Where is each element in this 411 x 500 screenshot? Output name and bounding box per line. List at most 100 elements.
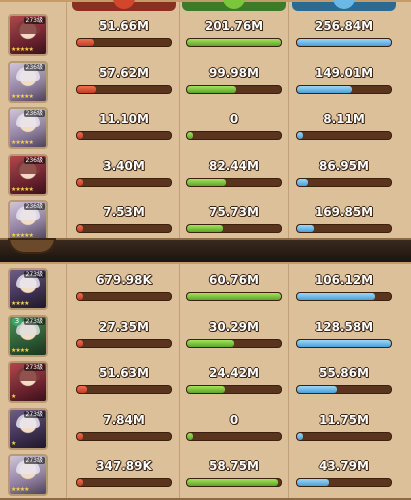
hero-portrait[interactable]: 236级 ★★★★★ xyxy=(8,60,48,103)
hero-level: 273级 xyxy=(23,317,45,325)
hero-portrait[interactable]: 273级 ★★★★ xyxy=(8,454,48,496)
damage-bar-fill xyxy=(77,85,96,93)
hero-stat-row: 273级 ★★★★★ 51.66M 201.76M 256.84M xyxy=(0,12,411,58)
hero-level: 236级 xyxy=(23,110,45,117)
damage-stat-cell: 11.10M xyxy=(72,105,176,151)
hero-portrait[interactable]: 273级 ★ xyxy=(8,361,48,403)
hero-portrait[interactable]: 273级 ★★★★ 3 xyxy=(8,314,48,357)
shield-bar-track xyxy=(296,224,392,233)
hero-portrait[interactable]: 236级 ★★★★★ xyxy=(8,200,48,242)
heal-value: 99.98M xyxy=(209,65,259,80)
hero-level: 273级 xyxy=(23,17,45,24)
hero-stars: ★★★★★ xyxy=(11,46,34,53)
heal-stat-cell: 58.75M xyxy=(182,452,286,498)
damage-stat-cell: 679.98K xyxy=(72,266,176,312)
shield-stat-cell: 55.86M xyxy=(292,359,396,405)
damage-stat-cell: 7.53M xyxy=(72,198,176,244)
battle-stats-panel-top: 273级 ★★★★★ 51.66M 201.76M 256.84M 236级 ★★★★★ 57… xyxy=(0,0,411,242)
hero-level: 273级 xyxy=(23,271,45,278)
heal-stat-cell: 24.42M xyxy=(182,359,286,405)
heal-bar-track xyxy=(186,84,282,94)
heal-bar-track xyxy=(186,38,282,47)
shield-bar-fill xyxy=(297,479,329,486)
heal-stat-cell: 0 xyxy=(182,105,286,151)
damage-value: 7.84M xyxy=(103,412,145,427)
heal-stat-cell: 30.29M xyxy=(182,313,286,359)
hero-stars: ★★★★★ xyxy=(11,139,34,146)
damage-stat-cell: 57.62M xyxy=(72,59,176,105)
heal-bar-track xyxy=(186,338,282,348)
hero-portrait[interactable]: 273级 ★ xyxy=(8,407,48,450)
heal-bar-track xyxy=(186,131,282,140)
shield-bar-track xyxy=(296,478,392,487)
shield-value: 43.79M xyxy=(319,459,369,473)
damage-bar-track xyxy=(76,338,172,348)
heal-bar-fill xyxy=(187,225,223,232)
shield-bar-track xyxy=(296,177,392,187)
battle-stats-panel-bottom: 273级 ★★★★ 679.98K 60.76M 106.12M 273级 ★★★★ 3 27.… xyxy=(0,262,411,500)
damage-bar-fill xyxy=(77,132,83,139)
damage-value: 57.62M xyxy=(99,65,149,80)
damage-value: 11.10M xyxy=(99,112,149,126)
heal-value: 30.29M xyxy=(209,319,259,334)
heal-bar-fill xyxy=(187,132,193,139)
hero-stat-row: 236级 ★★★★★ 57.62M 99.98M 149.01M xyxy=(0,59,411,105)
shield-bar-track xyxy=(296,292,392,301)
shield-stat-cell: 106.12M xyxy=(292,266,396,312)
hero-stat-row: 236级 ★★★★★ 3.40M 82.44M 86.95M xyxy=(0,152,411,198)
heal-bar-fill xyxy=(187,178,227,186)
hero-stars: ★★★★ xyxy=(11,300,29,307)
damage-stat-cell: 51.63M xyxy=(72,359,176,405)
damage-bar-track xyxy=(76,177,172,187)
shield-stat-cell: 256.84M xyxy=(292,12,396,58)
shield-bar-fill xyxy=(297,132,303,139)
hero-stat-row: 273级 ★ 7.84M 0 11.75M xyxy=(0,406,411,452)
damage-value: 7.53M xyxy=(103,205,145,219)
hero-portrait[interactable]: 236级 ★★★★★ xyxy=(8,153,48,196)
shield-stat-cell: 86.95M xyxy=(292,152,396,198)
heal-bar-track xyxy=(186,431,282,441)
heal-stat-cell: 99.98M xyxy=(182,59,286,105)
damage-bar-track xyxy=(76,131,172,140)
damage-value: 3.40M xyxy=(103,158,145,173)
shield-stat-cell: 149.01M xyxy=(292,59,396,105)
hero-stars: ★★★★ xyxy=(11,486,29,493)
shield-value: 256.84M xyxy=(314,19,374,33)
shield-stat-cell: 8.11M xyxy=(292,105,396,151)
damage-bar-track xyxy=(76,292,172,301)
damage-bar-fill xyxy=(77,293,83,300)
heal-bar-track xyxy=(186,177,282,187)
shield-bar-track xyxy=(296,84,392,94)
hero-level: 236级 xyxy=(23,63,45,71)
damage-bar-fill xyxy=(77,178,83,186)
hero-stars: ★★★★★ xyxy=(11,92,34,100)
damage-stat-cell: 347.89K xyxy=(72,452,176,498)
hero-stat-row: 273级 ★★★★ 3 27.35M 30.29M 128.58M xyxy=(0,313,411,359)
hero-portrait[interactable]: 273级 ★★★★ xyxy=(8,268,48,310)
shield-bar-fill xyxy=(297,432,303,440)
shield-value: 149.01M xyxy=(314,65,374,80)
heal-stat-cell: 201.76M xyxy=(182,12,286,58)
damage-bar-fill xyxy=(77,479,83,486)
hero-stat-row: 236级 ★★★★★ 11.10M 0 8.11M xyxy=(0,105,411,151)
heal-value: 201.76M xyxy=(204,19,264,33)
damage-value: 51.63M xyxy=(99,366,149,380)
shield-stat-cell: 43.79M xyxy=(292,452,396,498)
heal-bar-fill xyxy=(187,293,281,300)
damage-bar-track xyxy=(76,224,172,233)
heal-bar-track xyxy=(186,478,282,487)
hero-portrait[interactable]: 236级 ★★★★★ xyxy=(8,107,48,149)
damage-stat-cell: 3.40M xyxy=(72,152,176,198)
shield-bar-fill xyxy=(297,39,391,46)
heal-bar-fill xyxy=(187,39,281,46)
heal-bar-fill xyxy=(187,339,234,347)
hero-portrait[interactable]: 273级 ★★★★★ xyxy=(8,14,48,56)
heal-value: 82.44M xyxy=(209,158,259,173)
shield-stat-cell: 169.85M xyxy=(292,198,396,244)
shield-bar-fill xyxy=(297,339,391,347)
shield-bar-fill xyxy=(297,293,376,300)
heal-stat-cell: 0 xyxy=(182,406,286,452)
heal-stat-cell: 82.44M xyxy=(182,152,286,198)
damage-bar-fill xyxy=(77,39,94,46)
hero-level: 236级 xyxy=(23,203,45,210)
